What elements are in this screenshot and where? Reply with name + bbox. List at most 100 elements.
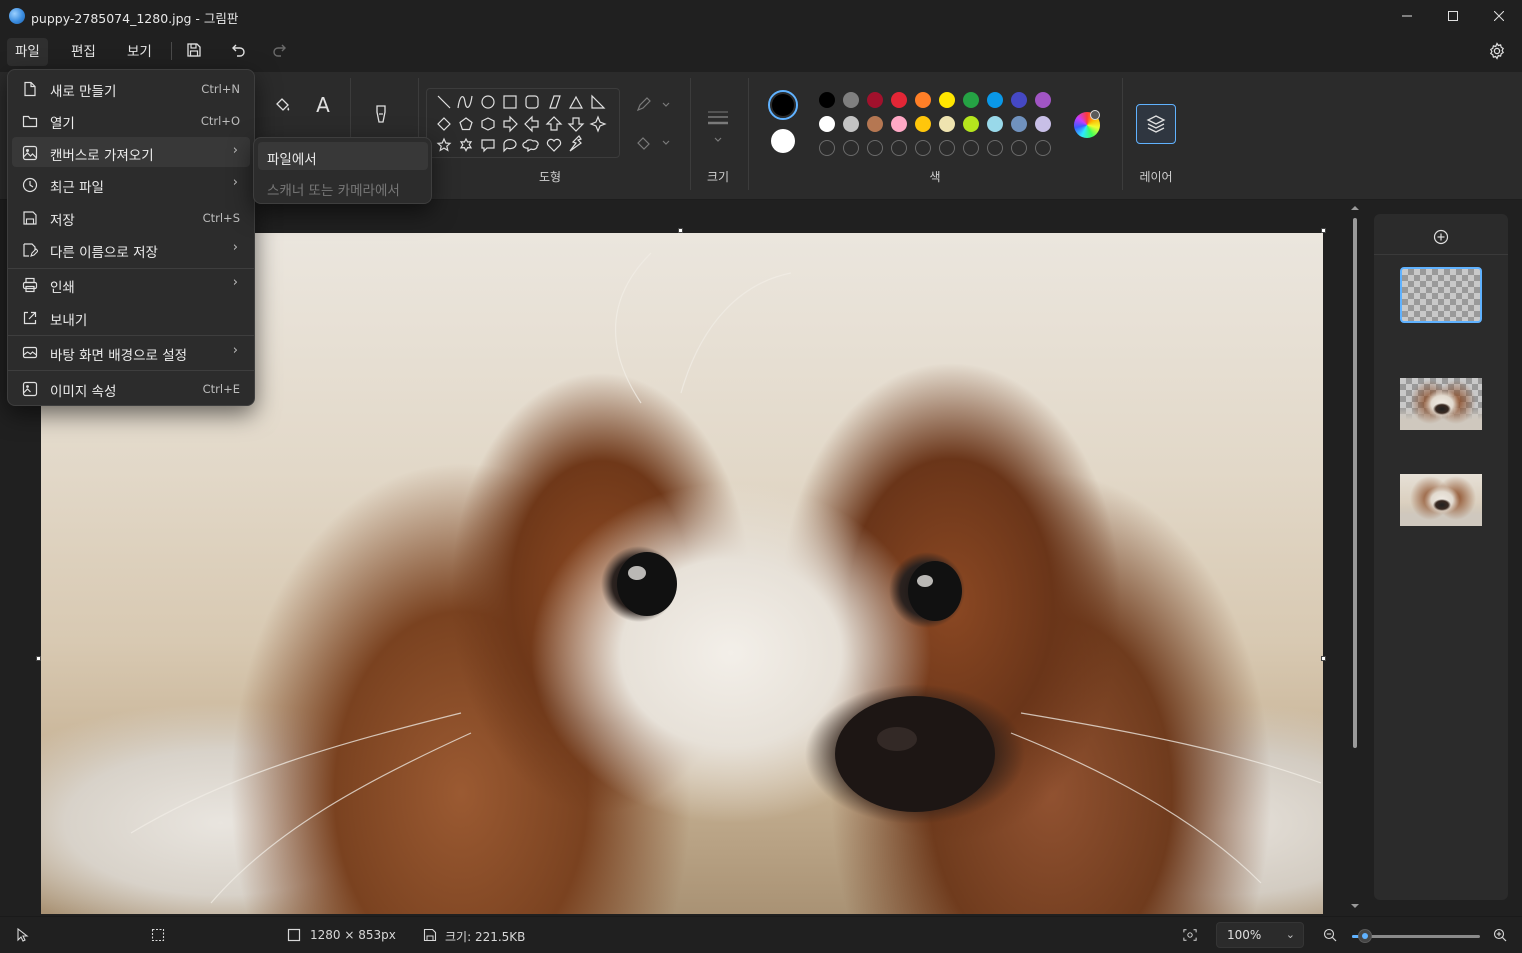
palette-color-swatch[interactable] — [963, 92, 979, 108]
custom-color-slot[interactable] — [963, 140, 979, 156]
stroke-size-icon — [708, 111, 728, 142]
custom-color-slot[interactable] — [867, 140, 883, 156]
plus-circle-icon — [1433, 229, 1449, 245]
menu-divider — [171, 42, 172, 60]
menu-open[interactable]: 열기 Ctrl+O — [12, 105, 250, 135]
save-icon — [187, 43, 201, 57]
oval-callout-shape-icon — [503, 139, 517, 153]
size-button[interactable] — [702, 102, 734, 150]
chevron-right-icon: › — [232, 143, 238, 158]
settings-button[interactable] — [1484, 38, 1510, 64]
palette-color-swatch[interactable] — [891, 92, 907, 108]
palette-color-swatch[interactable] — [891, 116, 907, 132]
new-file-icon — [21, 80, 38, 97]
menu-save[interactable]: 저장 Ctrl+S — [12, 202, 250, 232]
shapes-grid[interactable] — [432, 92, 616, 156]
right-triangle-shape-icon — [591, 94, 606, 109]
palette-color-swatch[interactable] — [1011, 92, 1027, 108]
image-dimensions: 1280 × 853px — [310, 928, 396, 942]
brush-button[interactable] — [370, 102, 392, 128]
secondary-color-swatch[interactable] — [771, 129, 795, 153]
palette-color-swatch[interactable] — [867, 92, 883, 108]
menu-edit[interactable]: 편집 — [63, 38, 104, 66]
scroll-down-arrow-icon[interactable] — [1351, 902, 1359, 910]
resize-handle-right[interactable] — [1321, 656, 1326, 661]
menu-share[interactable]: 보내기 — [12, 302, 250, 332]
add-layer-button[interactable] — [1430, 226, 1452, 248]
palette-color-swatch[interactable] — [843, 116, 859, 132]
canvas-size-icon — [287, 928, 301, 942]
fit-to-window-button[interactable] — [1183, 928, 1197, 942]
vertical-scrollbar[interactable] — [1350, 204, 1360, 912]
menu-recent-files[interactable]: 최근 파일 › — [12, 169, 250, 199]
close-button[interactable] — [1476, 0, 1522, 32]
custom-color-slot[interactable] — [891, 140, 907, 156]
layer-thumbnail-transparent[interactable] — [1400, 267, 1482, 323]
resize-handle-top-right[interactable] — [1321, 228, 1326, 233]
palette-color-swatch[interactable] — [867, 116, 883, 132]
custom-color-slot[interactable] — [819, 140, 835, 156]
menu-shortcut: Ctrl+N — [201, 82, 240, 96]
layer-thumbnail-cutout[interactable] — [1400, 378, 1482, 430]
custom-color-slot[interactable] — [843, 140, 859, 156]
palette-color-swatch[interactable] — [819, 116, 835, 132]
palette-color-swatch[interactable] — [987, 116, 1003, 132]
palette-color-swatch[interactable] — [939, 116, 955, 132]
paint-app-icon — [9, 8, 25, 24]
menu-view[interactable]: 보기 — [119, 38, 160, 66]
fill-bucket-button[interactable] — [272, 94, 294, 116]
custom-color-slot[interactable] — [939, 140, 955, 156]
submenu-from-file[interactable]: 파일에서 — [258, 142, 428, 170]
file-size: 크기: 221.5KB — [445, 930, 526, 944]
ribbon-divider — [748, 78, 749, 190]
scroll-up-arrow-icon[interactable] — [1351, 204, 1359, 212]
outline-dropdown[interactable] — [634, 96, 672, 114]
resize-handle-top[interactable] — [678, 228, 683, 233]
menu-print[interactable]: 인쇄 › — [12, 269, 250, 299]
palette-color-swatch[interactable] — [915, 92, 931, 108]
layers-divider — [1374, 254, 1508, 255]
layer-thumbnail-background[interactable] — [1400, 474, 1482, 526]
zoom-select[interactable]: 100% ⌄ — [1216, 922, 1304, 948]
custom-color-slot[interactable] — [987, 140, 1003, 156]
undo-button[interactable] — [225, 38, 253, 62]
palette-color-swatch[interactable] — [915, 116, 931, 132]
redo-icon — [273, 44, 286, 57]
zoom-in-button[interactable] — [1493, 928, 1507, 942]
palette-color-swatch[interactable] — [987, 92, 1003, 108]
custom-color-slot[interactable] — [915, 140, 931, 156]
menu-new[interactable]: 새로 만들기 Ctrl+N — [12, 73, 250, 103]
custom-color-slot[interactable] — [1011, 140, 1027, 156]
menu-save-as[interactable]: 다른 이름으로 저장 › — [12, 234, 250, 264]
submenu-from-scanner-or-camera[interactable]: 스캐너 또는 카메라에서 — [258, 173, 428, 201]
palette-color-swatch[interactable] — [1035, 92, 1051, 108]
folder-icon — [21, 112, 38, 129]
palette-color-swatch[interactable] — [819, 92, 835, 108]
minimize-button[interactable] — [1384, 0, 1430, 32]
text-tool-button[interactable]: A — [312, 92, 334, 118]
palette-color-swatch[interactable] — [963, 116, 979, 132]
palette-color-swatch[interactable] — [1035, 116, 1051, 132]
menu-import-to-canvas[interactable]: 캔버스로 가져오기 › — [12, 137, 250, 167]
palette-color-swatch[interactable] — [939, 92, 955, 108]
resize-handle-left[interactable] — [36, 656, 41, 661]
shape-fill-icon — [637, 137, 670, 150]
palette-color-swatch[interactable] — [1011, 116, 1027, 132]
menu-file[interactable]: 파일 — [7, 38, 48, 66]
primary-color-swatch[interactable] — [768, 90, 798, 120]
save-button[interactable] — [180, 38, 208, 62]
scrollbar-thumb[interactable] — [1353, 218, 1357, 748]
chevron-right-icon: › — [232, 175, 238, 190]
menu-set-as-wallpaper[interactable]: 바탕 화면 배경으로 설정 › — [12, 337, 250, 367]
fill-dropdown[interactable] — [634, 134, 672, 152]
palette-color-swatch[interactable] — [843, 92, 859, 108]
layers-button[interactable] — [1136, 104, 1176, 144]
zoom-out-button[interactable] — [1323, 928, 1337, 942]
status-bar: 1280 × 853px 크기: 221.5KB 100% ⌄ — [0, 916, 1522, 953]
redo-button[interactable] — [265, 38, 293, 62]
menu-image-properties[interactable]: 이미지 속성 Ctrl+E — [12, 373, 250, 403]
pentagon-shape-icon — [459, 117, 473, 131]
custom-color-slot[interactable] — [1035, 140, 1051, 156]
maximize-button[interactable] — [1430, 0, 1476, 32]
hexagon-shape-icon — [481, 117, 495, 131]
